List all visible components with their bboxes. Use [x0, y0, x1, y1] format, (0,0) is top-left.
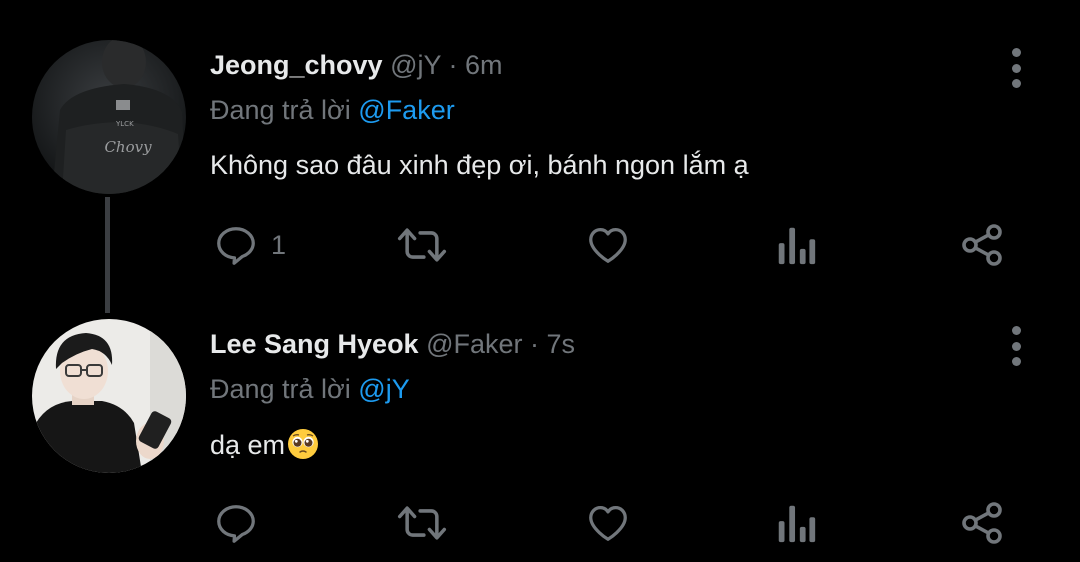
- share-icon: [962, 224, 1002, 266]
- more-icon[interactable]: [1002, 324, 1030, 368]
- like-icon: [589, 506, 627, 541]
- author-name[interactable]: Jeong_chovy: [210, 50, 383, 80]
- views-icon: [778, 227, 816, 265]
- avatar[interactable]: [32, 319, 186, 473]
- like-icon: [589, 228, 627, 263]
- retweet-button[interactable]: [396, 220, 448, 270]
- tweet[interactable]: YLCK Chovy Jeong_chovy @jY · 6m Đang trả…: [0, 0, 1080, 313]
- author-handle[interactable]: @jY: [390, 50, 441, 80]
- retweet-icon: [397, 228, 447, 262]
- separator: ·: [441, 50, 466, 80]
- tweet-header: Lee Sang Hyeok @Faker · 7s: [210, 329, 575, 360]
- pleading-face-emoji: [288, 429, 319, 459]
- author-handle[interactable]: @Faker: [426, 329, 522, 359]
- separator: ·: [522, 329, 547, 359]
- reply-button[interactable]: 1: [213, 220, 286, 270]
- reply-icon: [217, 227, 255, 265]
- tweet[interactable]: Lee Sang Hyeok @Faker · 7s Đang trả lời …: [0, 300, 1080, 562]
- replying-to: Đang trả lời @jY: [210, 374, 410, 405]
- timestamp[interactable]: 7s: [547, 329, 576, 359]
- reply-icon: [217, 505, 255, 543]
- views-button[interactable]: [776, 498, 816, 548]
- replying-to: Đang trả lời @Faker: [210, 95, 455, 126]
- mention-link[interactable]: @jY: [358, 374, 409, 404]
- share-icon: [962, 502, 1002, 544]
- reply-button[interactable]: [213, 498, 271, 548]
- action-bar: [0, 498, 1080, 548]
- tweet-header: Jeong_chovy @jY · 6m: [210, 50, 503, 81]
- share-button[interactable]: [958, 220, 1006, 270]
- tweet-text: Không sao đâu xinh đẹp ơi, bánh ngon lắm…: [210, 150, 749, 180]
- action-bar: 1: [0, 220, 1080, 270]
- author-name[interactable]: Lee Sang Hyeok: [210, 329, 419, 359]
- svg-text:YLCK: YLCK: [115, 120, 134, 128]
- tweet-text-body: dạ em: [210, 430, 286, 460]
- tweet-text: dạ em: [210, 428, 319, 461]
- views-icon: [778, 505, 816, 543]
- replying-to-label: Đang trả lời: [210, 374, 351, 404]
- views-button[interactable]: [776, 220, 816, 270]
- avatar[interactable]: YLCK Chovy: [32, 40, 186, 194]
- like-button[interactable]: [584, 498, 632, 548]
- replying-to-label: Đang trả lời: [210, 95, 351, 125]
- mention-link[interactable]: @Faker: [358, 95, 454, 125]
- jersey-name: Chovy: [104, 138, 152, 156]
- reply-count: 1: [271, 229, 287, 260]
- like-button[interactable]: [584, 220, 632, 270]
- timestamp[interactable]: 6m: [465, 50, 503, 80]
- more-icon[interactable]: [1002, 46, 1030, 90]
- retweet-button[interactable]: [396, 498, 448, 548]
- share-button[interactable]: [958, 498, 1006, 548]
- retweet-icon: [397, 506, 447, 540]
